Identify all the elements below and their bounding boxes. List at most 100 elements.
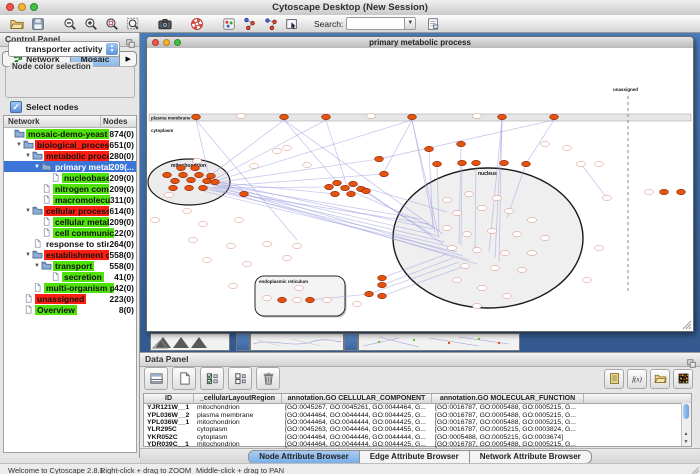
tree-item-unassigned[interactable]: unassigned223(0) <box>4 293 136 304</box>
tree-expand-arrow[interactable]: ▼ <box>24 208 32 214</box>
graph-node-highlighted[interactable] <box>179 172 188 177</box>
graph-node-highlighted[interactable] <box>378 293 387 298</box>
graph-node-highlighted[interactable] <box>331 191 340 196</box>
vizmapper-button[interactable] <box>218 16 239 32</box>
graph-node-unhighlighted[interactable] <box>150 218 159 223</box>
graph-node-highlighted[interactable] <box>191 165 200 170</box>
scrollbar-thumb[interactable] <box>683 404 689 419</box>
graph-node-unhighlighted[interactable] <box>192 159 201 164</box>
graph-node-highlighted[interactable] <box>365 291 374 296</box>
zoom-in-button[interactable] <box>80 16 101 32</box>
graph-node-unhighlighted[interactable] <box>502 294 511 299</box>
graph-node-unhighlighted[interactable] <box>249 164 258 169</box>
graph-node-unhighlighted[interactable] <box>366 114 375 119</box>
attribute-list-button[interactable] <box>604 369 624 389</box>
graph-node-highlighted[interactable] <box>187 177 196 182</box>
node-color-dropdown[interactable]: transporter activity ▲▼ <box>8 41 120 57</box>
graph-node-unhighlighted[interactable] <box>487 229 496 234</box>
save-button[interactable] <box>27 16 48 32</box>
canvas-resize-grip[interactable] <box>683 321 691 329</box>
graph-node-unhighlighted[interactable] <box>602 196 611 201</box>
graph-node-unhighlighted[interactable] <box>164 193 173 198</box>
graph-node-highlighted[interactable] <box>185 185 194 190</box>
scroll-down-button[interactable]: ▼ <box>682 438 690 446</box>
table-row-ykr052c[interactable]: YKR052Ccytoplasm[GO:0044464, GO:0044446,… <box>144 434 691 441</box>
graph-node-unhighlighted[interactable] <box>352 302 361 307</box>
tree-item-overview[interactable]: Overview8(0) <box>4 304 136 315</box>
zoom-out-button[interactable] <box>59 16 80 32</box>
table-row-ypl036w-2[interactable]: YPL036W__2plasma membrane[GO:0044464, GO… <box>144 411 691 418</box>
graph-node-unhighlighted[interactable] <box>527 251 536 256</box>
background-window[interactable] <box>150 333 230 351</box>
graph-node-highlighted[interactable] <box>347 191 356 196</box>
graph-node-highlighted[interactable] <box>425 146 434 151</box>
background-window-edge[interactable] <box>344 333 358 351</box>
graph-node-highlighted[interactable] <box>472 160 481 165</box>
graph-node-highlighted[interactable] <box>362 188 371 193</box>
graph-node-unhighlighted[interactable] <box>562 146 571 151</box>
window-resize-grip[interactable] <box>691 466 699 474</box>
graph-node-unhighlighted[interactable] <box>292 244 301 249</box>
search-dropdown-arrow[interactable]: ▼ <box>404 18 415 29</box>
graph-node-highlighted[interactable] <box>378 275 387 280</box>
tree-expand-arrow[interactable]: ▼ <box>33 263 41 269</box>
graph-node-highlighted[interactable] <box>211 179 220 184</box>
graph-node-highlighted[interactable] <box>378 282 387 287</box>
tree-expand-arrow[interactable]: ▼ <box>33 164 41 170</box>
graph-node-unhighlighted[interactable] <box>442 198 451 203</box>
graph-node-highlighted[interactable] <box>280 114 289 119</box>
graph-node-unhighlighted[interactable] <box>576 162 585 167</box>
graph-node-highlighted[interactable] <box>458 160 467 165</box>
graph-node-unhighlighted[interactable] <box>447 246 456 251</box>
tree-item-metabolic-process[interactable]: ▼metabolic process280(0) <box>4 150 136 161</box>
graph-node-highlighted[interactable] <box>163 172 172 177</box>
graph-node-highlighted[interactable] <box>380 171 389 176</box>
graph-node-unhighlighted[interactable] <box>594 162 603 167</box>
graph-node-unhighlighted[interactable] <box>472 304 481 309</box>
select-attributes-button[interactable] <box>200 367 224 390</box>
graph-node-highlighted[interactable] <box>169 185 178 190</box>
select-mode-button[interactable] <box>281 16 302 32</box>
graph-node-unhighlighted[interactable] <box>188 238 197 243</box>
graph-node-unhighlighted[interactable] <box>472 248 481 253</box>
graph-node-highlighted[interactable] <box>177 165 186 170</box>
graph-node-unhighlighted[interactable] <box>512 232 521 237</box>
graph-node-highlighted[interactable] <box>240 191 249 196</box>
tree-item-cellular-process[interactable]: ▼cellular process614(0) <box>4 205 136 216</box>
graph-node-highlighted[interactable] <box>408 114 417 119</box>
open-file-button[interactable] <box>6 16 27 32</box>
graph-node-highlighted[interactable] <box>375 156 384 161</box>
graph-node-unhighlighted[interactable] <box>272 149 281 154</box>
tree-item-establishment-of-lo[interactable]: ▼establishment of lo558(0) <box>4 249 136 260</box>
graph-node-unhighlighted[interactable] <box>477 206 486 211</box>
annotation-button[interactable] <box>422 16 443 32</box>
tree-item-nitrogen-compo[interactable]: nitrogen compo209(0) <box>4 183 136 194</box>
select-nodes-checkbox[interactable]: ✓ <box>10 101 22 113</box>
graph-node-highlighted[interactable] <box>325 184 334 189</box>
tree-item-multi-organism-pro[interactable]: multi-organism pro42(0) <box>4 282 136 293</box>
snapshot-button[interactable] <box>154 16 175 32</box>
graph-node-highlighted[interactable] <box>278 297 287 302</box>
graph-node-unhighlighted[interactable] <box>540 236 549 241</box>
tree-item-cell-communicat[interactable]: cell communicat22(0) <box>4 227 136 238</box>
network-canvas[interactable]: plasma membrane cytoplasm mitochondrion … <box>147 48 693 331</box>
graph-node-unhighlighted[interactable] <box>294 286 303 291</box>
tree-item-secretion[interactable]: secretion41(0) <box>4 271 136 282</box>
table-row-ylr295c[interactable]: YLR295Ccytoplasm[GO:0045263, GO:0044464,… <box>144 426 691 433</box>
graph-node-highlighted[interactable] <box>322 114 331 119</box>
graph-node-unhighlighted[interactable] <box>282 146 291 151</box>
function-builder-button[interactable]: f(x) <box>627 369 647 389</box>
tab-overflow-arrow[interactable]: ▶ <box>119 52 135 66</box>
graph-node-unhighlighted[interactable] <box>460 264 469 269</box>
graph-node-highlighted[interactable] <box>203 178 212 183</box>
graph-node-highlighted[interactable] <box>498 114 507 119</box>
graph-node-unhighlighted[interactable] <box>500 251 509 256</box>
graph-node-highlighted[interactable] <box>349 181 358 186</box>
tree-item-biological-process[interactable]: ▼biological_process651(0) <box>4 139 136 150</box>
tree-item-response-to-stimulu[interactable]: response to stimulu264(0) <box>4 238 136 249</box>
graph-node-highlighted[interactable] <box>550 114 559 119</box>
tab-edge-attribute-browser[interactable]: Edge Attribute Browser <box>359 451 469 463</box>
column-header-cellularlayoutregion[interactable]: _cellularLayoutRegion <box>194 394 282 403</box>
unselect-attributes-button[interactable] <box>228 367 252 390</box>
float-panel-icon[interactable] <box>126 35 135 44</box>
